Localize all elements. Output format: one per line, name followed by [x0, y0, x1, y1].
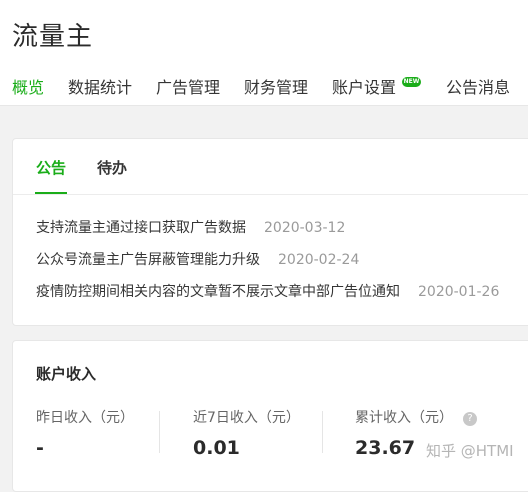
notice-title[interactable]: 疫情防控期间相关内容的文章暂不展示文章中部广告位通知 [36, 284, 400, 300]
stat-last-7-days: 近7日收入（元） 0.01 [193, 407, 300, 459]
notice-title[interactable]: 公众号流量主广告屏蔽管理能力升级 [36, 252, 260, 268]
stat-label: 累计收入（元） [355, 410, 453, 426]
notice-date: 2020-01-26 [418, 284, 500, 300]
stat-yesterday: 昨日收入（元） - [36, 407, 134, 459]
stat-divider [322, 411, 323, 453]
notice-item[interactable]: 疫情防控期间相关内容的文章暂不展示文章中部广告位通知 2020-01-26 [36, 281, 499, 301]
help-icon[interactable]: ? [463, 412, 477, 426]
new-badge: NEW [402, 77, 421, 87]
tab-finance-management[interactable]: 财务管理 [244, 74, 308, 98]
subtab-announcements[interactable]: 公告 [36, 157, 66, 178]
notice-card: 公告 待办 支持流量主通过接口获取广告数据 2020-03-12 公众号流量主广告… [12, 138, 528, 326]
stat-label: 昨日收入（元） [36, 410, 134, 426]
tab-overview[interactable]: 概览 [12, 74, 44, 98]
stat-value: - [36, 437, 44, 459]
stat-label: 近7日收入（元） [193, 410, 300, 426]
notice-title[interactable]: 支持流量主通过接口获取广告数据 [36, 220, 246, 236]
income-title: 账户收入 [36, 365, 97, 383]
tab-data-statistics[interactable]: 数据统计 [68, 74, 132, 98]
tab-ad-management[interactable]: 广告管理 [156, 74, 220, 98]
watermark: 知乎 @HTMI [426, 442, 514, 460]
header-divider [0, 105, 528, 106]
tab-announcements[interactable]: 公告消息 [446, 74, 510, 98]
stat-value: 0.01 [193, 437, 240, 459]
tab-account-settings[interactable]: 账户设置 [332, 74, 396, 98]
top-header: 流量主 概览 数据统计 广告管理 财务管理 账户设置 NEW 公告消息 [0, 0, 528, 106]
notice-item[interactable]: 支持流量主通过接口获取广告数据 2020-03-12 [36, 217, 345, 237]
subtab-divider [13, 194, 528, 195]
notice-date: 2020-03-12 [264, 220, 346, 236]
income-card: 账户收入 昨日收入（元） - 近7日收入（元） 0.01 累计收入（元）? 23… [12, 340, 528, 492]
stat-divider [159, 411, 160, 453]
app-title: 流量主 [12, 22, 94, 52]
notice-item[interactable]: 公众号流量主广告屏蔽管理能力升级 2020-02-24 [36, 249, 359, 269]
subtab-todo[interactable]: 待办 [97, 157, 127, 178]
notice-date: 2020-02-24 [278, 252, 360, 268]
